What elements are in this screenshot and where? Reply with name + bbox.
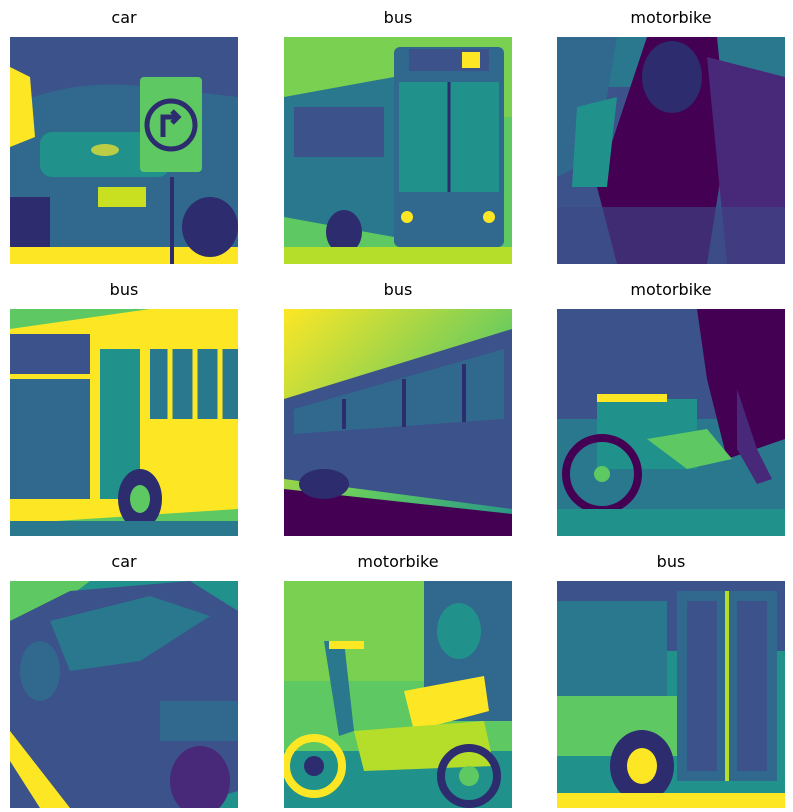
image-title: motorbike xyxy=(630,8,712,27)
image-title: bus xyxy=(656,552,686,571)
bus-photo xyxy=(284,37,512,264)
image-title: bus xyxy=(109,280,139,299)
image-title: car xyxy=(111,8,137,27)
bus-photo xyxy=(557,581,785,808)
car-photo xyxy=(10,581,238,808)
motorbike-photo xyxy=(557,37,785,264)
motorbike-photo xyxy=(557,309,785,536)
motorbike-photo xyxy=(284,581,512,808)
image-title: motorbike xyxy=(630,280,712,299)
image-title: bus xyxy=(383,280,413,299)
bus-photo xyxy=(10,309,238,536)
car-photo xyxy=(10,37,238,264)
bus-photo xyxy=(284,309,512,536)
image-title: motorbike xyxy=(357,552,439,571)
image-title: bus xyxy=(383,8,413,27)
image-title: car xyxy=(111,552,137,571)
